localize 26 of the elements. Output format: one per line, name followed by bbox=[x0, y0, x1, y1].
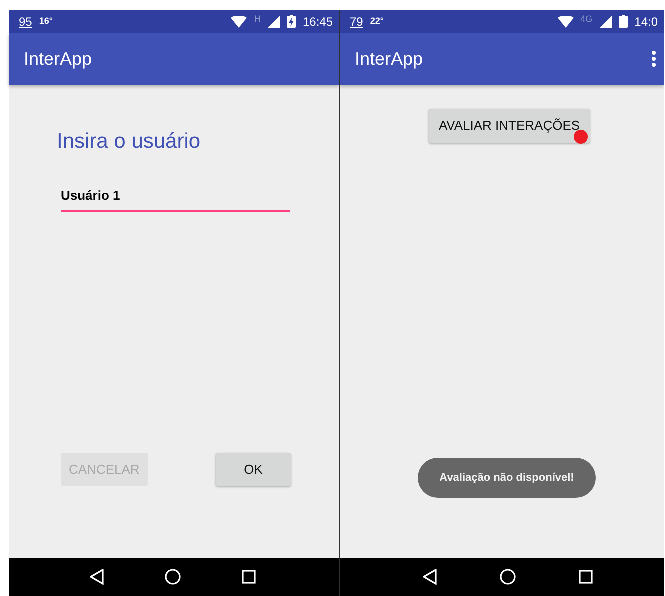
app-title: InterApp bbox=[24, 48, 92, 71]
ok-button[interactable]: OK bbox=[216, 453, 291, 486]
evaluate-button[interactable]: AVALIAR INTERAÇÕES bbox=[428, 109, 590, 143]
heading-text: Insira o usuário bbox=[57, 129, 202, 154]
wifi-icon bbox=[231, 16, 248, 28]
notification-text: 22° bbox=[370, 14, 384, 28]
menu-icon[interactable] bbox=[652, 51, 656, 67]
signal-icon bbox=[600, 16, 612, 28]
home-icon[interactable] bbox=[500, 569, 516, 585]
app-title: InterApp bbox=[355, 48, 424, 71]
network-type-text: H bbox=[254, 13, 261, 26]
notification-text: 16° bbox=[39, 14, 53, 28]
back-icon[interactable] bbox=[423, 569, 438, 585]
clock-text: 16:45 bbox=[302, 14, 333, 30]
network-type-text: 4G bbox=[580, 13, 593, 26]
recents-icon[interactable] bbox=[578, 570, 593, 584]
clock-text: 14:0 bbox=[634, 14, 658, 30]
toast-message: Avaliação não disponível! bbox=[418, 458, 596, 498]
recents-icon[interactable] bbox=[242, 570, 256, 584]
home-icon[interactable] bbox=[164, 569, 181, 585]
notification-text: 95 bbox=[19, 14, 32, 30]
notification-text: 79 bbox=[350, 14, 364, 30]
back-icon[interactable] bbox=[90, 569, 104, 585]
wifi-icon bbox=[558, 16, 574, 28]
signal-icon bbox=[268, 16, 280, 28]
username-field[interactable]: Usuário 1 bbox=[61, 184, 290, 212]
